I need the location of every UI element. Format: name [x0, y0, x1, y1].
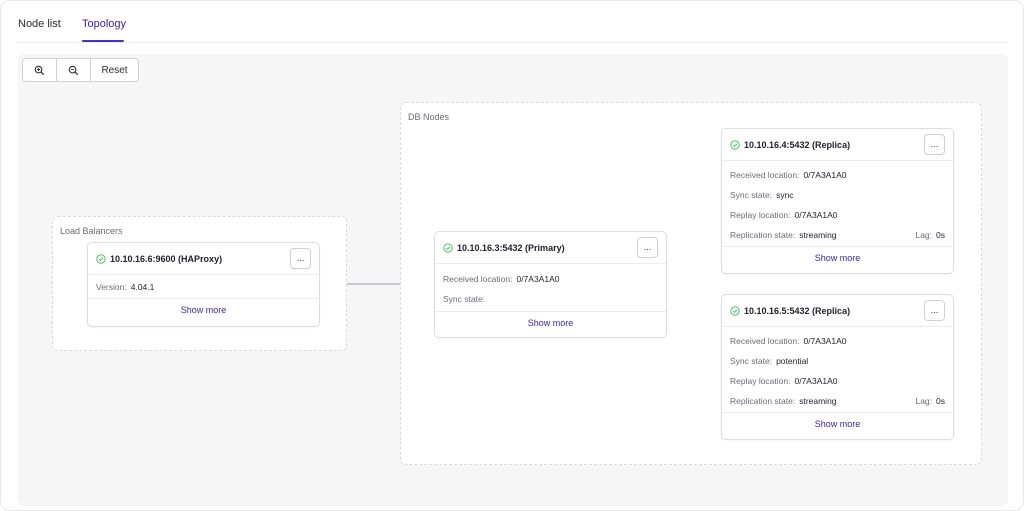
replica-node-card-2[interactable]: 10.10.16.5:5432 (Replica) ... Received l… [721, 294, 954, 440]
replication-state-label: Replication state: [730, 396, 796, 406]
replay-location-value: 0/7A3A1A0 [794, 376, 838, 386]
node-address: 10.10.16.6:9600 (HAProxy) [110, 254, 223, 264]
lag-label: Lag: [915, 230, 933, 240]
received-location-label: Received location: [730, 336, 800, 346]
replication-state-label: Replication state: [730, 230, 796, 240]
received-location-value: 0/7A3A1A0 [516, 274, 560, 284]
received-location-value: 0/7A3A1A0 [803, 170, 847, 180]
group-label-load-balancers: Load Balancers [60, 226, 123, 236]
replication-state-row: Replication state: streaming Lag: 0s [722, 225, 953, 245]
primary-node-card[interactable]: 10.10.16.3:5432 (Primary) ... Received l… [434, 231, 667, 338]
sync-state-row: Sync state: potential [722, 351, 953, 371]
check-circle-icon [443, 243, 453, 253]
zoom-in-icon [34, 65, 45, 75]
sync-state-label: Sync state: [443, 294, 486, 304]
received-location-row: Received location: 0/7A3A1A0 [722, 331, 953, 351]
show-more-button[interactable]: Show more [722, 412, 953, 434]
node-title: 10.10.16.3:5432 (Primary) [443, 243, 565, 253]
group-label-db-nodes: DB Nodes [408, 112, 450, 122]
load-balancers-group: Load Balancers 10.10.16.6:9600 (HAProxy)… [52, 216, 347, 351]
received-location-label: Received location: [730, 170, 800, 180]
show-more-button[interactable]: Show more [88, 298, 319, 320]
received-location-row: Received location: 0/7A3A1A0 [435, 269, 666, 289]
replay-location-row: Replay location: 0/7A3A1A0 [722, 371, 953, 391]
node-address: 10.10.16.5:5432 (Replica) [744, 306, 851, 316]
replay-location-row: Replay location: 0/7A3A1A0 [722, 205, 953, 225]
sync-state-row: Sync state: sync [722, 185, 953, 205]
zoom-out-button[interactable] [57, 59, 91, 81]
node-header: 10.10.16.6:9600 (HAProxy) ... [88, 243, 319, 275]
reset-zoom-button[interactable]: Reset [91, 59, 138, 81]
node-header: 10.10.16.5:5432 (Replica) ... [722, 295, 953, 327]
replay-location-label: Replay location: [730, 210, 791, 220]
zoom-in-button[interactable] [23, 59, 57, 81]
topology-canvas[interactable]: Reset Load Balancers 10.10.16.6:9600 (HA… [18, 54, 1008, 506]
received-location-value: 0/7A3A1A0 [803, 336, 847, 346]
node-address: 10.10.16.3:5432 (Primary) [457, 243, 565, 253]
node-menu-button[interactable]: ... [924, 134, 945, 155]
tab-node-list[interactable]: Node list [18, 18, 61, 30]
check-circle-icon [96, 254, 106, 264]
replication-state-row: Replication state: streaming Lag: 0s [722, 391, 953, 411]
check-circle-icon [730, 140, 740, 150]
haproxy-node-card[interactable]: 10.10.16.6:9600 (HAProxy) ... Version: 4… [87, 242, 320, 327]
show-more-button[interactable]: Show more [435, 311, 666, 333]
lag-value: 0s [936, 396, 945, 406]
sync-state-value: potential [776, 356, 809, 366]
node-header: 10.10.16.4:5432 (Replica) ... [722, 129, 953, 161]
sync-state-label: Sync state: [730, 356, 773, 366]
node-title: 10.10.16.6:9600 (HAProxy) [96, 254, 222, 264]
replication-state-value: streaming [799, 396, 837, 406]
replica-node-card-1[interactable]: 10.10.16.4:5432 (Replica) ... Received l… [721, 128, 954, 274]
view-tabs: Node list Topology [18, 1, 1008, 43]
replay-location-label: Replay location: [730, 376, 791, 386]
zoom-out-icon [68, 65, 79, 75]
sync-state-label: Sync state: [730, 190, 773, 200]
check-circle-icon [730, 306, 740, 316]
node-address: 10.10.16.4:5432 (Replica) [744, 140, 851, 150]
node-menu-button[interactable]: ... [924, 300, 945, 321]
lag-value: 0s [936, 230, 945, 240]
lag-label: Lag: [915, 396, 933, 406]
node-title: 10.10.16.4:5432 (Replica) [730, 140, 850, 150]
node-menu-button[interactable]: ... [290, 248, 311, 269]
node-menu-button[interactable]: ... [637, 237, 658, 258]
active-tab-indicator [82, 40, 124, 42]
version-row: Version: 4.04.1 [88, 277, 319, 297]
sync-state-value: sync [776, 190, 794, 200]
lag-indicator: Lag: 0s [915, 225, 945, 245]
node-title: 10.10.16.5:5432 (Replica) [730, 306, 850, 316]
lag-indicator: Lag: 0s [915, 391, 945, 411]
tab-topology[interactable]: Topology [82, 18, 126, 30]
zoom-toolbar: Reset [22, 58, 139, 82]
topology-panel: Node list Topology Reset Load Balancers … [0, 0, 1024, 511]
show-more-button[interactable]: Show more [722, 246, 953, 268]
received-location-label: Received location: [443, 274, 513, 284]
sync-state-row: Sync state: [435, 289, 666, 309]
replication-state-value: streaming [799, 230, 837, 240]
replay-location-value: 0/7A3A1A0 [794, 210, 838, 220]
received-location-row: Received location: 0/7A3A1A0 [722, 165, 953, 185]
version-value: 4.04.1 [130, 282, 155, 292]
version-label: Version: [96, 282, 127, 292]
node-header: 10.10.16.3:5432 (Primary) ... [435, 232, 666, 264]
